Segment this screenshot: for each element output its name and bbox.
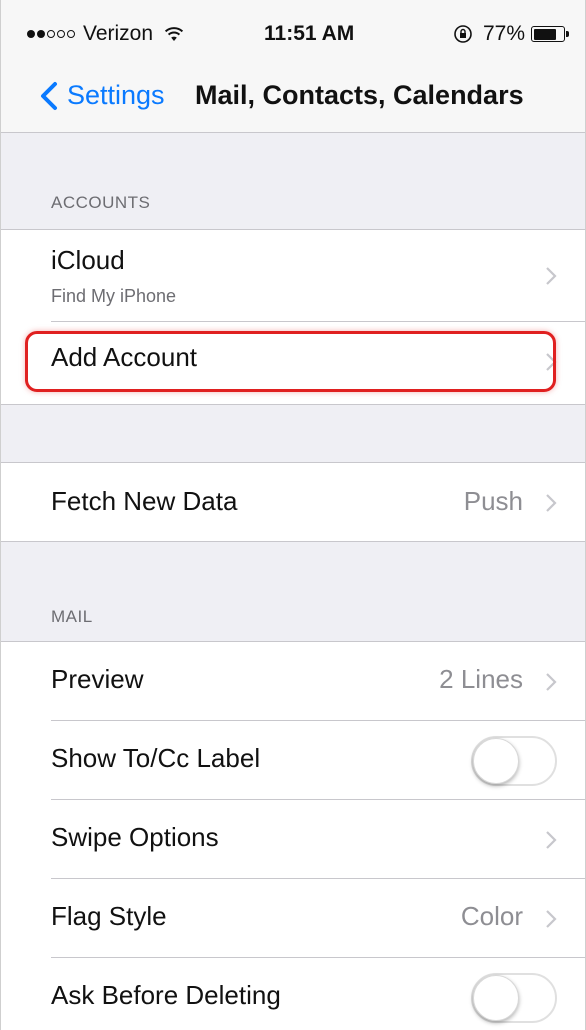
back-chevron-icon — [41, 81, 57, 110]
signal-strength-icon — [27, 30, 77, 38]
fetch-new-data-label: Fetch New Data — [51, 486, 238, 516]
chevron-right-icon — [546, 267, 557, 285]
swipe-options-label: Swipe Options — [51, 822, 219, 852]
battery-fill — [533, 28, 556, 40]
icloud-sublabel: Find My iPhone — [51, 286, 177, 306]
show-tocc-toggle[interactable] — [471, 736, 557, 786]
chevron-right-icon — [546, 831, 557, 849]
mail-group: Preview 2 Lines Show To/Cc Label Swipe O… — [1, 641, 585, 1030]
page-title: Mail, Contacts, Calendars — [195, 80, 524, 110]
carrier-name: Verizon — [83, 22, 154, 45]
status-time: 11:51 AM — [264, 22, 355, 45]
flag-style-value: Color — [460, 901, 523, 931]
section-header-mail: MAIL — [51, 607, 93, 626]
chevron-right-icon — [546, 353, 557, 371]
section-header-accounts: ACCOUNTS — [51, 193, 151, 212]
add-account-row[interactable]: Add Account — [1, 322, 585, 404]
flag-style-label: Flag Style — [51, 901, 167, 931]
signal-dot — [57, 30, 65, 38]
accounts-group: iCloud Find My iPhone Add Account — [1, 229, 585, 405]
status-left: Verizon — [27, 22, 185, 46]
swipe-options-row[interactable]: Swipe Options — [1, 800, 585, 879]
wifi-icon — [164, 27, 184, 41]
ask-before-deleting-label: Ask Before Deleting — [51, 980, 281, 1010]
preview-row[interactable]: Preview 2 Lines — [1, 642, 585, 721]
back-button-label: Settings — [67, 80, 165, 110]
fetch-new-data-row[interactable]: Fetch New Data Push — [1, 463, 585, 541]
toggle-knob — [473, 975, 519, 1021]
status-right: 77% — [453, 22, 569, 46]
rotation-lock-icon — [454, 25, 472, 43]
status-bar: Verizon 11:51 AM 77% — [1, 0, 585, 64]
back-button[interactable]: Settings — [39, 80, 165, 111]
chevron-right-icon — [546, 910, 557, 928]
add-account-label: Add Account — [51, 342, 197, 372]
phone-screen: Verizon 11:51 AM 77% Settings Mail, Cont… — [0, 0, 586, 1030]
signal-dot — [37, 30, 45, 38]
toggle-knob — [473, 738, 519, 784]
signal-dot — [27, 30, 35, 38]
battery-percent: 77% — [482, 22, 525, 45]
fetch-group: Fetch New Data Push — [1, 462, 585, 542]
signal-dot — [67, 30, 75, 38]
show-tocc-row: Show To/Cc Label — [1, 721, 585, 800]
account-row-icloud[interactable]: iCloud Find My iPhone — [1, 230, 585, 322]
signal-dot — [47, 30, 55, 38]
navigation-bar: Settings Mail, Contacts, Calendars — [1, 64, 585, 133]
fetch-new-data-value: Push — [463, 486, 523, 516]
chevron-right-icon — [546, 673, 557, 691]
chevron-right-icon — [546, 494, 557, 512]
ask-before-deleting-toggle[interactable] — [471, 973, 557, 1023]
preview-label: Preview — [51, 664, 144, 694]
battery-icon — [531, 26, 569, 42]
icloud-label: iCloud — [51, 245, 125, 275]
preview-value: 2 Lines — [439, 664, 523, 694]
show-tocc-label: Show To/Cc Label — [51, 743, 261, 773]
ask-before-deleting-row: Ask Before Deleting — [1, 958, 585, 1030]
flag-style-row[interactable]: Flag Style Color — [1, 879, 585, 958]
